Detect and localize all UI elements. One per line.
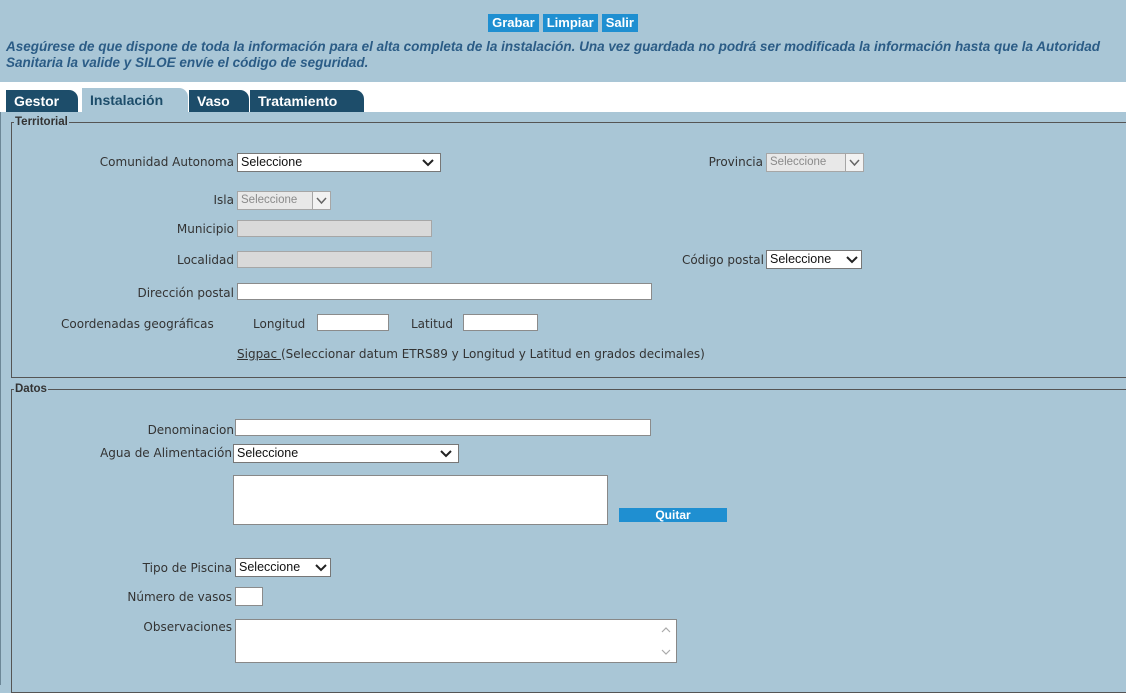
sigpac-row: Sigpac (Seleccionar datum ETRS89 y Longi…: [237, 347, 705, 361]
notice-text: Asegúrese de que dispone de toda la info…: [6, 39, 1101, 70]
isla-select[interactable]: Seleccione: [237, 191, 331, 210]
provincia-value: Seleccione: [770, 156, 827, 168]
latitud-label: Latitud: [411, 317, 454, 331]
scroll-arrows-icon[interactable]: [660, 624, 672, 658]
tipo-piscina-label: Tipo de Piscina: [142, 561, 232, 575]
municipio-label: Municipio: [176, 222, 234, 236]
tab-bar: Gestor Instalación Vaso Tratamiento: [0, 82, 1126, 114]
num-vasos-field[interactable]: [235, 587, 263, 606]
observaciones-field[interactable]: [235, 619, 677, 663]
top-header: Grabar Limpiar Salir Asegúrese de que di…: [0, 0, 1126, 82]
codigo-postal-select[interactable]: Seleccione: [766, 250, 862, 269]
chevron-down-icon: [440, 450, 452, 458]
salir-button[interactable]: Salir: [601, 14, 638, 32]
longitud-field[interactable]: [317, 314, 389, 331]
chevron-down-icon: [315, 564, 327, 572]
codigo-postal-value: Seleccione: [770, 252, 832, 266]
codigo-postal-label: Código postal: [681, 253, 764, 267]
chevron-down-icon: [849, 159, 860, 167]
sigpac-note: (Seleccionar datum ETRS89 y Longitud y L…: [280, 347, 705, 361]
toolbar: Grabar Limpiar Salir: [0, 14, 1126, 32]
localidad-label: Localidad: [176, 253, 234, 267]
provincia-chevron-box: [845, 154, 863, 171]
tab-vaso[interactable]: Vaso: [189, 90, 249, 112]
comunidad-label: Comunidad Autonoma: [99, 155, 234, 169]
form-content: Territorial Comunidad Autonoma Seleccion…: [0, 112, 1126, 693]
denominacion-field[interactable]: [235, 419, 651, 436]
comunidad-select[interactable]: Seleccione: [237, 153, 441, 172]
isla-chevron-box: [312, 192, 330, 209]
agua-label: Agua de Alimentación: [100, 446, 232, 460]
provincia-select[interactable]: Seleccione: [766, 153, 864, 172]
agua-value: Seleccione: [237, 446, 299, 460]
tab-tratamiento[interactable]: Tratamiento: [250, 90, 364, 112]
comunidad-value: Seleccione: [241, 155, 303, 169]
chevron-down-icon: [316, 197, 327, 205]
direccion-field[interactable]: [237, 283, 652, 300]
tab-instalacion[interactable]: Instalación: [82, 88, 188, 114]
datos-legend: Datos: [15, 383, 47, 395]
sigpac-link[interactable]: Sigpac: [237, 347, 281, 361]
municipio-field[interactable]: [237, 220, 432, 237]
agua-list-box[interactable]: [233, 475, 608, 525]
provincia-label: Provincia: [708, 155, 763, 169]
num-vasos-label: Número de vasos: [127, 590, 232, 604]
chevron-down-icon: [422, 159, 434, 167]
quitar-button[interactable]: Quitar: [619, 508, 727, 522]
localidad-field[interactable]: [237, 251, 432, 268]
latitud-field[interactable]: [463, 314, 538, 331]
denominacion-label: Denominacion: [147, 423, 234, 437]
grabar-button[interactable]: Grabar: [488, 14, 539, 32]
isla-value: Seleccione: [241, 194, 298, 206]
tab-gestor[interactable]: Gestor: [6, 90, 78, 112]
coordenadas-label: Coordenadas geográficas: [61, 317, 214, 331]
direccion-label: Dirección postal: [137, 286, 234, 300]
isla-label: Isla: [213, 193, 234, 207]
longitud-label: Longitud: [253, 317, 306, 331]
observaciones-label: Observaciones: [143, 620, 232, 634]
tipo-piscina-select[interactable]: Seleccione: [235, 558, 331, 577]
limpiar-button[interactable]: Limpiar: [542, 14, 598, 32]
tipo-piscina-value: Seleccione: [239, 560, 301, 574]
agua-select[interactable]: Seleccione: [233, 444, 459, 463]
territorial-legend: Territorial: [15, 116, 68, 128]
chevron-down-icon: [846, 256, 858, 264]
